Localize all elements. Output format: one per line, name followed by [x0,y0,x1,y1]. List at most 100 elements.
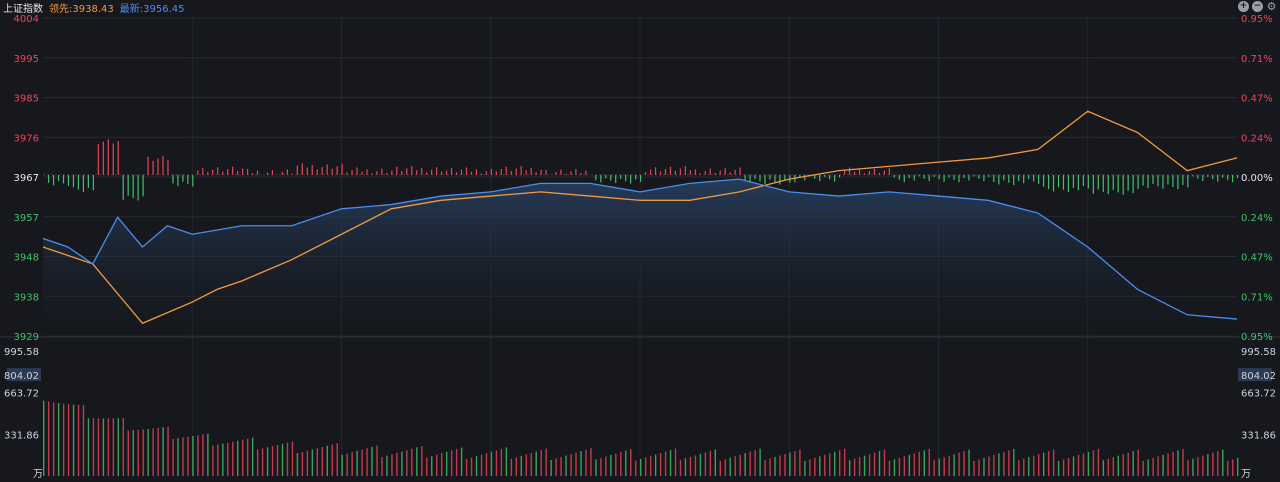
volume-bar [704,452,707,476]
updown-bar [67,174,70,186]
updown-bar [983,174,985,182]
volume-bar [271,446,274,476]
volume-bar [490,451,493,476]
volume-bar [1187,460,1189,476]
volume-bar [431,456,433,476]
volume-bar [386,455,388,476]
volume-bar [530,452,532,476]
updown-bar [1222,174,1224,178]
updown-bar [281,171,283,175]
volume-bar [157,427,159,476]
updown-bar [187,174,189,185]
updown-bar [1047,174,1050,190]
volume-bar [276,444,279,476]
updown-bar [694,169,696,175]
updown-bar [724,168,726,175]
updown-bar [441,171,443,175]
volume-bar [938,458,940,476]
volume-bar [998,453,1000,476]
volume-bar [1052,449,1055,476]
updown-bar [883,170,885,175]
updown-bar [1142,174,1144,186]
volume-bar [1182,448,1184,476]
volume-bar [117,418,120,476]
volume-bar [774,457,776,476]
updown-bar [620,174,622,179]
volume-bar [465,458,468,476]
y-tick-left: 3985 [14,94,39,105]
updown-bar [1003,174,1005,181]
updown-bar [450,168,453,175]
updown-bar [719,170,721,175]
volume-bar [903,456,906,476]
volume-bar [207,433,209,476]
volume-bar [1192,458,1194,476]
volume-bar [943,457,945,476]
volume-bar [1137,449,1139,476]
updown-bar [356,167,358,175]
updown-bar [1187,174,1189,188]
updown-bar [1207,174,1209,177]
updown-bar [316,169,318,175]
updown-bar [669,166,672,175]
updown-bar [689,170,691,175]
volume-bar [1207,454,1209,476]
updown-bar [600,174,602,183]
y-tick-right: 0.00% [1241,173,1273,184]
volume-bar [406,450,408,476]
y-tick-right: 0.71% [1241,54,1273,65]
volume-bar [1122,454,1124,476]
updown-bar [530,167,532,175]
updown-bar [918,174,920,177]
updown-bar [575,168,577,175]
volume-bar [1057,460,1060,476]
updown-bar [172,174,174,184]
volume-bar [1062,459,1065,476]
volume-bar [839,450,841,476]
volume-bar [1157,456,1159,476]
volume-bar [301,451,304,476]
volume-bar [336,443,338,476]
y-tick-right: 0.71% [1241,292,1273,303]
updown-bar [47,174,50,183]
volume-bar [1077,454,1080,476]
volume-bar [107,418,110,476]
updown-bar [500,169,502,175]
volume-bar [764,460,766,476]
volume-bar [356,450,358,476]
updown-bar [341,163,343,175]
updown-bar [301,163,303,175]
updown-bar [510,170,512,175]
volume-bar [754,450,756,476]
volume-bar [1072,456,1075,476]
volume-bar [351,452,353,476]
updown-bar [1227,174,1229,180]
volume-bar [361,449,363,476]
volume-bar [217,444,219,476]
y-tick-left: 3948 [14,253,39,264]
volume-bar [590,448,592,476]
volume-bar [450,450,453,476]
volume-bar [436,454,438,476]
volume-bar [1097,448,1100,476]
volume-bar [649,455,652,476]
volume-bar [794,451,796,476]
updown-bar [366,169,368,175]
volume-bar [1222,449,1224,476]
updown-bar [834,174,836,182]
volume-bar [918,451,920,476]
volume-bar [963,451,965,476]
volume-bar [669,450,672,476]
volume-bar [460,447,463,476]
updown-bar [654,167,657,175]
updown-bar [222,171,224,175]
updown-bar [52,174,55,186]
volume-bar [644,457,647,476]
updown-bar [1137,174,1139,189]
volume-bar [744,453,746,476]
y-tick-left: 3929 [14,332,39,343]
volume-bar [853,458,856,476]
updown-bar [470,171,473,175]
updown-bar [381,168,383,175]
volume-bar [441,453,443,476]
